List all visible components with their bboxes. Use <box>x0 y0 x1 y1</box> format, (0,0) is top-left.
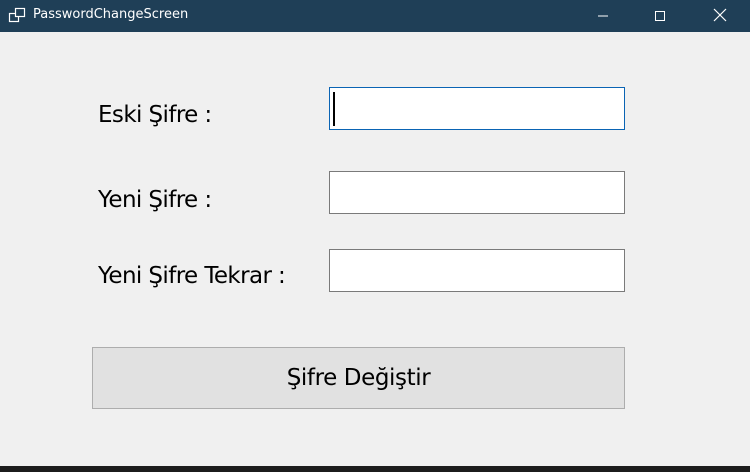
old-password-label: Eski Şifre : <box>98 102 212 128</box>
new-password-field[interactable] <box>329 171 625 214</box>
text-caret <box>333 92 335 126</box>
confirm-password-label: Yeni Şifre Tekrar : <box>98 263 286 289</box>
app-window-icon <box>8 7 26 23</box>
new-password-label: Yeni Şifre : <box>98 187 212 213</box>
minimize-icon <box>597 7 609 26</box>
window-bottom-edge <box>0 466 750 472</box>
title-bar[interactable]: PasswordChangeScreen <box>0 0 750 32</box>
change-password-button[interactable]: Şifre Değiştir <box>92 347 625 409</box>
old-password-field[interactable] <box>329 87 625 130</box>
minimize-button[interactable] <box>580 0 626 32</box>
maximize-button[interactable] <box>637 0 683 32</box>
window-title: PasswordChangeScreen <box>33 7 189 22</box>
close-icon <box>713 7 727 26</box>
close-button[interactable] <box>697 0 743 32</box>
maximize-icon <box>654 7 666 26</box>
confirm-password-field[interactable] <box>329 249 625 292</box>
